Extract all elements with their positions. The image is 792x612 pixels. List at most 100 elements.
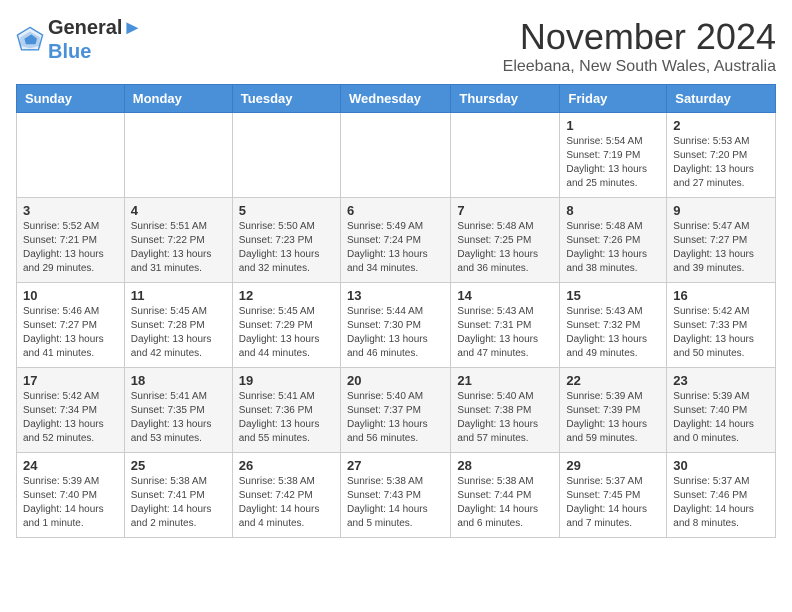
day-info: Sunrise: 5:38 AM Sunset: 7:44 PM Dayligh…: [457, 475, 553, 531]
calendar-table: SundayMondayTuesdayWednesdayThursdayFrid…: [16, 84, 776, 538]
day-info: Sunrise: 5:42 AM Sunset: 7:33 PM Dayligh…: [673, 305, 769, 361]
day-number: 22: [566, 373, 660, 388]
calendar-cell: 28Sunrise: 5:38 AM Sunset: 7:44 PM Dayli…: [451, 453, 560, 538]
day-number: 6: [347, 203, 444, 218]
calendar-cell: 21Sunrise: 5:40 AM Sunset: 7:38 PM Dayli…: [451, 368, 560, 453]
calendar-cell: 14 Sunrise: 5:43 AM Sunset: 7:31 PM Dayli…: [451, 283, 560, 368]
day-info: Sunrise: 5:43 AM Sunset: 7:32 PM Dayligh…: [566, 305, 660, 361]
calendar-cell: 17 Sunrise: 5:42 AM Sunset: 7:34 PM Dayli…: [17, 368, 125, 453]
day-number: 16: [673, 288, 769, 303]
day-info: Sunrise: 5:39 AM Sunset: 7:40 PM Dayligh…: [23, 475, 118, 531]
day-info: Sunrise: 5:41 AM Sunset: 7:36 PM Dayligh…: [239, 390, 334, 446]
calendar-cell: 15 Sunrise: 5:43 AM Sunset: 7:32 PM Dayli…: [560, 283, 667, 368]
day-info: Sunrise: 5:42 AM Sunset: 7:34 PM Dayligh…: [23, 390, 118, 446]
day-info: Sunrise: 5:51 AM Sunset: 7:22 PM Dayligh…: [131, 220, 226, 276]
logo-icon: [16, 26, 44, 54]
calendar-cell: 6Sunrise: 5:49 AM Sunset: 7:24 PM Daylig…: [340, 198, 450, 283]
calendar-cell: [232, 113, 340, 198]
calendar-cell: 18 Sunrise: 5:41 AM Sunset: 7:35 PM Dayli…: [124, 368, 232, 453]
calendar-cell: [17, 113, 125, 198]
day-info: Sunrise: 5:38 AM Sunset: 7:41 PM Dayligh…: [131, 475, 226, 531]
day-info: Sunrise: 5:45 AM Sunset: 7:28 PM Dayligh…: [131, 305, 226, 361]
calendar-cell: [124, 113, 232, 198]
day-info: Sunrise: 5:48 AM Sunset: 7:26 PM Dayligh…: [566, 220, 660, 276]
calendar-cell: 23 Sunrise: 5:39 AM Sunset: 7:40 PM Dayli…: [667, 368, 776, 453]
day-number: 29: [566, 458, 660, 473]
day-info: Sunrise: 5:45 AM Sunset: 7:29 PM Dayligh…: [239, 305, 334, 361]
calendar-cell: 4 Sunrise: 5:51 AM Sunset: 7:22 PM Daylig…: [124, 198, 232, 283]
calendar-cell: 19 Sunrise: 5:41 AM Sunset: 7:36 PM Dayli…: [232, 368, 340, 453]
calendar-cell: 9 Sunrise: 5:47 AM Sunset: 7:27 PM Daylig…: [667, 198, 776, 283]
calendar-cell: 16 Sunrise: 5:42 AM Sunset: 7:33 PM Dayli…: [667, 283, 776, 368]
month-title: November 2024: [503, 16, 776, 58]
day-info: Sunrise: 5:41 AM Sunset: 7:35 PM Dayligh…: [131, 390, 226, 446]
day-number: 30: [673, 458, 769, 473]
day-number: 14: [457, 288, 553, 303]
calendar-cell: 5Sunrise: 5:50 AM Sunset: 7:23 PM Daylig…: [232, 198, 340, 283]
day-number: 18: [131, 373, 226, 388]
day-number: 24: [23, 458, 118, 473]
day-number: 3: [23, 203, 118, 218]
day-number: 1: [566, 118, 660, 133]
day-number: 25: [131, 458, 226, 473]
calendar-cell: 20 Sunrise: 5:40 AM Sunset: 7:37 PM Dayli…: [340, 368, 450, 453]
calendar-cell: 10Sunrise: 5:46 AM Sunset: 7:27 PM Dayli…: [17, 283, 125, 368]
day-info: Sunrise: 5:37 AM Sunset: 7:46 PM Dayligh…: [673, 475, 769, 531]
calendar-header-row: SundayMondayTuesdayWednesdayThursdayFrid…: [17, 85, 776, 113]
day-info: Sunrise: 5:39 AM Sunset: 7:39 PM Dayligh…: [566, 390, 660, 446]
day-info: Sunrise: 5:40 AM Sunset: 7:37 PM Dayligh…: [347, 390, 444, 446]
day-number: 27: [347, 458, 444, 473]
day-number: 9: [673, 203, 769, 218]
title-area: November 2024 Eleebana, New South Wales,…: [503, 16, 776, 76]
day-number: 23: [673, 373, 769, 388]
calendar-cell: 26 Sunrise: 5:38 AM Sunset: 7:42 PM Dayli…: [232, 453, 340, 538]
day-header-monday: Monday: [124, 85, 232, 113]
calendar-cell: 11Sunrise: 5:45 AM Sunset: 7:28 PM Dayli…: [124, 283, 232, 368]
calendar-cell: 27 Sunrise: 5:38 AM Sunset: 7:43 PM Dayli…: [340, 453, 450, 538]
day-header-tuesday: Tuesday: [232, 85, 340, 113]
calendar-cell: 3 Sunrise: 5:52 AM Sunset: 7:21 PM Daylig…: [17, 198, 125, 283]
day-header-thursday: Thursday: [451, 85, 560, 113]
day-number: 20: [347, 373, 444, 388]
day-info: Sunrise: 5:52 AM Sunset: 7:21 PM Dayligh…: [23, 220, 118, 276]
day-number: 8: [566, 203, 660, 218]
day-number: 15: [566, 288, 660, 303]
day-number: 13: [347, 288, 444, 303]
day-info: Sunrise: 5:38 AM Sunset: 7:43 PM Dayligh…: [347, 475, 444, 531]
calendar-week-row: 10Sunrise: 5:46 AM Sunset: 7:27 PM Dayli…: [17, 283, 776, 368]
subtitle: Eleebana, New South Wales, Australia: [503, 58, 776, 76]
day-info: Sunrise: 5:54 AM Sunset: 7:19 PM Dayligh…: [566, 135, 660, 191]
day-header-friday: Friday: [560, 85, 667, 113]
day-header-wednesday: Wednesday: [340, 85, 450, 113]
day-header-sunday: Sunday: [17, 85, 125, 113]
day-info: Sunrise: 5:53 AM Sunset: 7:20 PM Dayligh…: [673, 135, 769, 191]
day-number: 26: [239, 458, 334, 473]
calendar-cell: 22 Sunrise: 5:39 AM Sunset: 7:39 PM Dayli…: [560, 368, 667, 453]
day-number: 4: [131, 203, 226, 218]
day-number: 17: [23, 373, 118, 388]
calendar-week-row: 3 Sunrise: 5:52 AM Sunset: 7:21 PM Daylig…: [17, 198, 776, 283]
calendar-cell: 1 Sunrise: 5:54 AM Sunset: 7:19 PM Daylig…: [560, 113, 667, 198]
calendar-cell: 12 Sunrise: 5:45 AM Sunset: 7:29 PM Dayli…: [232, 283, 340, 368]
day-number: 7: [457, 203, 553, 218]
calendar-cell: 30 Sunrise: 5:37 AM Sunset: 7:46 PM Dayli…: [667, 453, 776, 538]
day-info: Sunrise: 5:44 AM Sunset: 7:30 PM Dayligh…: [347, 305, 444, 361]
calendar-cell: 24 Sunrise: 5:39 AM Sunset: 7:40 PM Dayli…: [17, 453, 125, 538]
calendar-week-row: 17 Sunrise: 5:42 AM Sunset: 7:34 PM Dayli…: [17, 368, 776, 453]
day-info: Sunrise: 5:37 AM Sunset: 7:45 PM Dayligh…: [566, 475, 660, 531]
day-info: Sunrise: 5:46 AM Sunset: 7:27 PM Dayligh…: [23, 305, 118, 361]
calendar-week-row: 1 Sunrise: 5:54 AM Sunset: 7:19 PM Daylig…: [17, 113, 776, 198]
day-number: 12: [239, 288, 334, 303]
day-info: Sunrise: 5:39 AM Sunset: 7:40 PM Dayligh…: [673, 390, 769, 446]
calendar-cell: 13 Sunrise: 5:44 AM Sunset: 7:30 PM Dayli…: [340, 283, 450, 368]
day-number: 2: [673, 118, 769, 133]
calendar-cell: [451, 113, 560, 198]
day-info: Sunrise: 5:38 AM Sunset: 7:42 PM Dayligh…: [239, 475, 334, 531]
day-number: 19: [239, 373, 334, 388]
day-info: Sunrise: 5:47 AM Sunset: 7:27 PM Dayligh…: [673, 220, 769, 276]
calendar-cell: 29 Sunrise: 5:37 AM Sunset: 7:45 PM Dayli…: [560, 453, 667, 538]
day-number: 21: [457, 373, 553, 388]
day-info: Sunrise: 5:43 AM Sunset: 7:31 PM Dayligh…: [457, 305, 553, 361]
calendar-cell: [340, 113, 450, 198]
calendar-cell: 2 Sunrise: 5:53 AM Sunset: 7:20 PM Daylig…: [667, 113, 776, 198]
